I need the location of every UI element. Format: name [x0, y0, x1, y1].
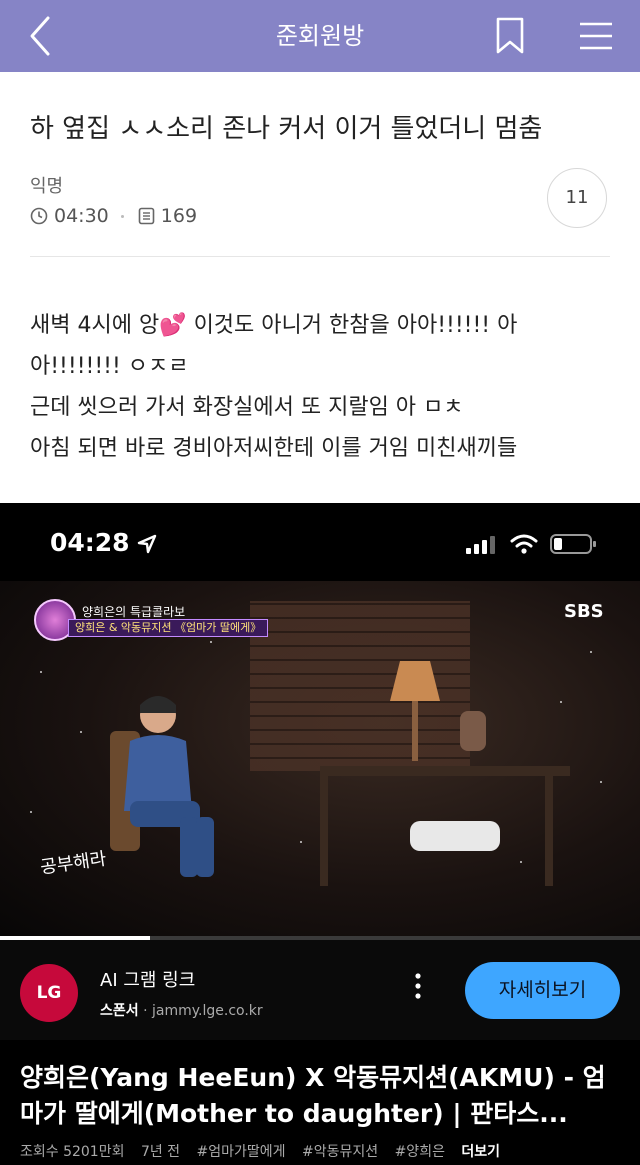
sponsor-dot: ·	[143, 1003, 152, 1019]
location-arrow-icon	[136, 533, 158, 559]
post-meta: 04:30 169	[30, 203, 197, 229]
video-caption-1: 양희은의 특급콜라보	[82, 605, 186, 619]
post-views: 169	[160, 205, 198, 227]
video-title[interactable]: 양희은(Yang HeeEun) X 악동뮤지션(AKMU) - 엄마가 딸에게…	[20, 1060, 620, 1132]
post-body-line: 새벽 4시에 앙💕 이것도 아니거 한참을 아아!!!!!! 아	[30, 313, 518, 338]
hashtag-link[interactable]: #양희은	[395, 1144, 445, 1160]
wifi-icon	[510, 533, 538, 559]
handwritten-caption: 공부해라	[39, 848, 108, 879]
hashtag-link[interactable]: #엄마가딸에게	[197, 1144, 286, 1160]
status-time: 04:28	[50, 528, 130, 557]
more-link[interactable]: 더보기	[461, 1144, 500, 1160]
ad-title[interactable]: AI 그램 링크	[100, 966, 195, 992]
sponsor-domain: jammy.lge.co.kr	[152, 1003, 263, 1019]
ad-sponsor: 스폰서 · jammy.lge.co.kr	[100, 1000, 263, 1020]
desk-figure	[320, 661, 570, 886]
more-vertical-icon[interactable]	[408, 970, 428, 1002]
app-header: 준회원방	[0, 0, 640, 72]
post-author: 익명	[30, 176, 64, 197]
video-meta: 조회수 5201만회 7년 전 #엄마가딸에게 #악동뮤지션 #양희은 더보기	[20, 1141, 512, 1161]
post-body-line: 아침 되면 바로 경비아저씨한테 이를 거임 미친새끼들	[30, 436, 518, 461]
comment-count-button[interactable]: 11	[547, 168, 607, 228]
post-body: 새벽 4시에 앙💕 이것도 아니거 한참을 아아!!!!!! 아 아!!!!!!…	[30, 305, 615, 469]
post-body-line: 아!!!!!!!! ㅇㅈㄹ	[30, 354, 189, 379]
divider	[30, 256, 610, 257]
page-title: 준회원방	[275, 22, 365, 50]
views-icon	[138, 207, 155, 225]
video-view-count: 조회수 5201만회	[20, 1144, 125, 1160]
broadcaster-logo: SBS	[564, 601, 604, 622]
ad-cta-button[interactable]: 자세히보기	[465, 962, 620, 1019]
battery-icon	[550, 533, 598, 559]
post-body-line: 근데 씻으러 가서 화장실에서 또 지랄임 아 ㅁㅊ	[30, 395, 464, 420]
sponsor-label: 스폰서	[100, 1003, 139, 1019]
bookmark-icon[interactable]	[494, 16, 526, 56]
clock-icon	[30, 207, 48, 225]
meta-separator	[120, 214, 124, 218]
menu-icon[interactable]	[576, 18, 616, 54]
ad-banner: LG AI 그램 링크 스폰서 · jammy.lge.co.kr 자세히보기	[0, 940, 640, 1040]
signal-icon	[466, 536, 496, 558]
post-title: 하 옆집 ㅅㅅ소리 존나 커서 이거 틀었더니 멈춤	[30, 114, 543, 144]
video-caption-2: 양희은 & 악동뮤지션 《엄마가 딸에게》	[68, 619, 269, 637]
video-player[interactable]: 양희은의 특급콜라보 양희은 & 악동뮤지션 《엄마가 딸에게》 SBS 공부해…	[0, 581, 640, 936]
post-time: 04:30	[54, 205, 109, 227]
hashtag-link[interactable]: #악동뮤지션	[302, 1144, 378, 1160]
lg-logo: LG	[20, 964, 78, 1022]
embedded-screenshot: 04:28 양희은의 특급콜라보 양희은 & 악동뮤지션 《엄마가 딸에게》 S…	[0, 503, 640, 1165]
singer-figure	[110, 696, 214, 877]
video-age: 7년 전	[140, 1144, 181, 1160]
